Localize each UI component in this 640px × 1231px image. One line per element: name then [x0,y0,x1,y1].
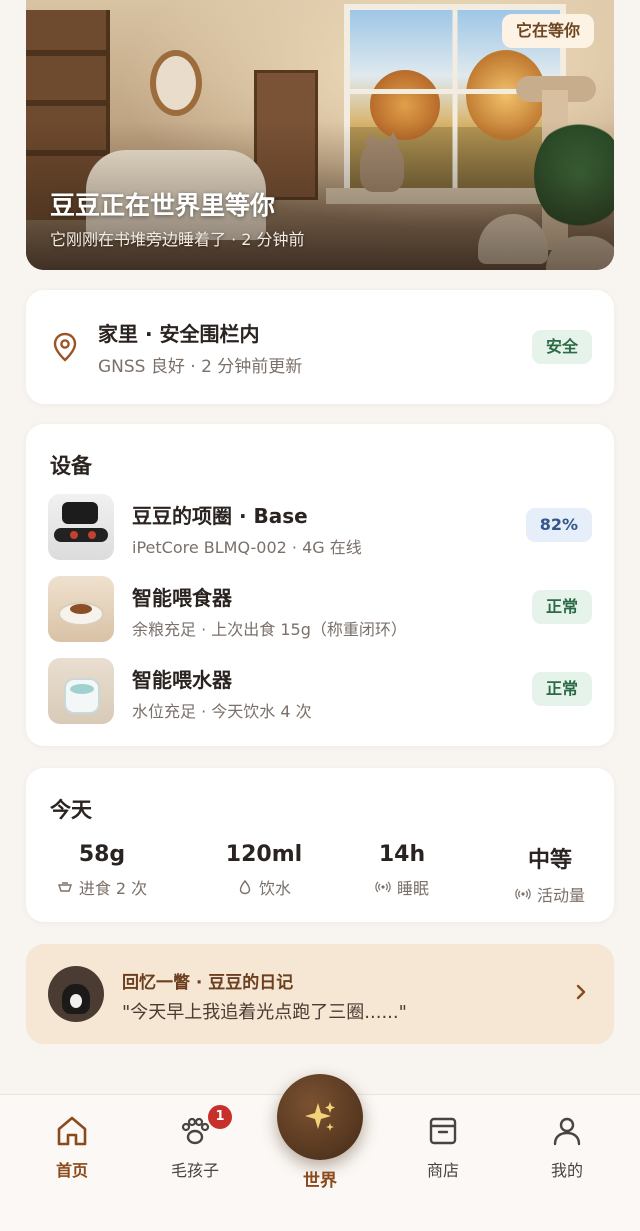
diary-card[interactable]: 回忆一瞥 · 豆豆的日记 "今天早上我追着光点跑了三圈......" [26,944,614,1044]
stat-label: 睡眠 [396,879,429,898]
diary-title: 回忆一瞥 · 豆豆的日记 [122,973,294,993]
device-row-water[interactable]: 智能喂水器 水位充足 · 今天饮水 4 次 正常 [26,658,614,728]
bowl-icon [57,882,72,892]
device-meta: iPetCore BLMQ-002 · 4G 在线 [132,538,362,557]
stat-value: 中等 [527,848,572,873]
tab-label: 我的 [550,1161,583,1180]
location-title: 家里 · 安全围栏内 [98,322,260,346]
shop-box-icon [429,1117,457,1145]
location-subtitle: GNSS 良好 · 2 分钟前更新 [98,357,303,377]
devices-card: 设备 豆豆的项圈 · Base iPetCore BLMQ-002 · 4G 在… [26,424,614,746]
battery-badge: 82% [525,508,592,542]
stat-label: 进食 2 次 [78,879,148,898]
world-button[interactable] [277,1074,363,1160]
safety-status-badge: 安全 [531,330,592,364]
device-meta: 余粮充足 · 上次出食 15g（称重闭环） [132,620,407,639]
stat-activity: 中等 活动量 [480,842,620,906]
sparkle-icon [305,1102,335,1131]
stat-value: 14h [378,842,426,867]
status-badge: 正常 [531,590,592,624]
stat-label: 活动量 [536,886,585,905]
feeder-thumbnail [48,576,114,642]
device-name: 豆豆的项圈 · Base [132,504,308,528]
tab-shop[interactable]: 商店 [398,1113,488,1181]
signal-icon [375,881,391,893]
world-tab-label[interactable]: 世界 [270,1166,370,1191]
location-pin-icon [53,332,77,362]
tab-pets[interactable]: 1 毛孩子 [150,1105,240,1181]
tab-label: 首页 [55,1161,88,1180]
stat-value: 58g [78,842,126,867]
water-drop-icon [239,879,251,895]
hero-subtitle: 它刚刚在书堆旁边睡着了 · 2 分钟前 [50,230,305,249]
hero-status-badge: 它在等你 [501,14,594,48]
today-section-title: 今天 [50,798,92,822]
stat-label: 饮水 [258,879,291,898]
stat-food: 58g 进食 2 次 [32,842,172,899]
signal-icon [515,888,531,900]
hero-banner[interactable]: 它在等你 豆豆正在世界里等你 它刚刚在书堆旁边睡着了 · 2 分钟前 [26,0,614,270]
notification-badge: 1 [208,1105,232,1129]
stat-sleep: 14h 睡眠 [332,842,472,899]
tab-label: 商店 [426,1161,459,1180]
device-name: 智能喂食器 [132,586,232,610]
user-icon [553,1117,581,1146]
status-badge: 正常 [531,672,592,706]
home-icon [57,1116,87,1146]
device-meta: 水位充足 · 今天饮水 4 次 [132,702,312,721]
tab-home[interactable]: 首页 [27,1113,117,1181]
devices-section-title: 设备 [50,454,92,478]
device-row-feeder[interactable]: 智能喂食器 余粮充足 · 上次出食 15g（称重闭环） 正常 [26,576,614,646]
device-name: 智能喂水器 [132,668,232,692]
location-card[interactable]: 家里 · 安全围栏内 GNSS 良好 · 2 分钟前更新 安全 [26,290,614,404]
device-row-collar[interactable]: 豆豆的项圈 · Base iPetCore BLMQ-002 · 4G 在线 8… [26,494,614,564]
collar-thumbnail [48,494,114,560]
hero-title: 豆豆正在世界里等你 [50,191,276,220]
stat-value: 120ml [225,842,303,867]
water-fountain-thumbnail [48,658,114,724]
pet-avatar [48,966,104,1022]
tab-me[interactable]: 我的 [522,1113,612,1181]
stat-water: 120ml 饮水 [194,842,334,899]
today-card[interactable]: 今天 58g 进食 2 次 120ml 饮水 14h 睡眠 中等 活动量 [26,768,614,922]
chevron-right-icon[interactable] [574,982,588,1002]
tab-label: 毛孩子 [170,1161,219,1180]
diary-quote: "今天早上我追着光点跑了三圈......" [122,1002,407,1023]
